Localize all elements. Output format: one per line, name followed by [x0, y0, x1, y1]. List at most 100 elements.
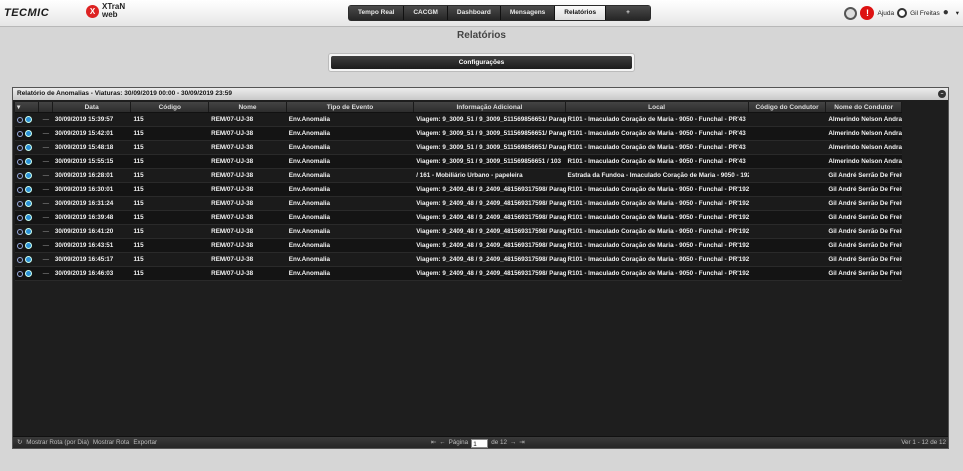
col-local[interactable]: Local — [566, 102, 749, 112]
config-button[interactable]: Configurações — [331, 56, 632, 69]
cell-tipo-evento: Env.Anomalia — [288, 270, 330, 277]
map-pin-icon[interactable] — [25, 214, 32, 221]
show-route-day-button[interactable]: Mostrar Rota (por Dia) — [26, 437, 89, 449]
export-button[interactable]: Exportar — [133, 437, 157, 449]
cell-codigo: 115 — [133, 172, 144, 179]
zoom-icon[interactable] — [17, 158, 23, 165]
table-row[interactable]: — 30/09/2019 16:28:01 115 REM/07-UJ-38 Env.A… — [15, 169, 902, 183]
show-route-button[interactable]: Mostrar Rota — [93, 437, 129, 449]
nav-add-tab[interactable]: + — [606, 6, 651, 20]
next-page-icon[interactable]: → — [510, 437, 516, 449]
cell-local: R101 - Imaculado Coração de Maria - 9050… — [567, 144, 746, 151]
col-codigo-condutor[interactable]: Código do Condutor — [749, 102, 827, 112]
table-row[interactable]: — 30/09/2019 15:48:18 115 REM/07-UJ-38 Env.A… — [15, 141, 902, 155]
cell-nome-condutor: Gil André Serrão De Freit — [828, 200, 903, 207]
zoom-icon[interactable] — [17, 270, 23, 277]
col-data[interactable]: Data — [53, 102, 132, 112]
nav-cacgm[interactable]: CACGM — [404, 6, 448, 20]
sort-icon[interactable]: ▾ — [15, 102, 39, 112]
zoom-icon[interactable] — [17, 228, 23, 235]
cell-codigo-condutor — [749, 155, 827, 168]
nav-relatorios[interactable]: Relatórios — [555, 6, 607, 20]
map-pin-icon[interactable] — [25, 242, 32, 249]
camera-icon[interactable] — [844, 6, 858, 20]
table-row[interactable]: — 30/09/2019 16:39:48 115 REM/07-UJ-38 Env.A… — [15, 211, 902, 225]
help-link[interactable]: Ajuda — [877, 10, 894, 17]
first-page-icon[interactable]: ⇤ — [431, 437, 436, 449]
cell-nome: REM/07-UJ-38 — [211, 186, 254, 193]
col-tipo-evento[interactable]: Tipo de Evento — [287, 102, 415, 112]
zoom-icon[interactable] — [17, 144, 23, 151]
page-label: Página — [448, 439, 469, 446]
cell-informacao-adicional: Viagem: 9_3009_51 / 9_3009_511569856651/… — [416, 130, 566, 137]
zoom-icon[interactable] — [17, 242, 23, 249]
zoom-icon[interactable] — [17, 186, 23, 193]
cell-codigo: 115 — [133, 256, 144, 263]
map-pin-icon[interactable] — [25, 116, 32, 123]
col-nome-condutor[interactable]: Nome do Condutor — [826, 102, 903, 112]
cell-local: R101 - Imaculado Coração de Maria - 9050… — [567, 270, 749, 277]
zoom-icon[interactable] — [17, 130, 23, 137]
table-row[interactable]: — 30/09/2019 15:55:15 115 REM/07-UJ-38 Env.A… — [15, 155, 902, 169]
zoom-icon[interactable] — [17, 256, 23, 263]
user-icon[interactable]: ● — [943, 8, 953, 18]
nav-tempo-real[interactable]: Tempo Real — [349, 6, 405, 20]
cell-data: 30/09/2019 16:30:01 — [54, 186, 114, 193]
cell-nome-condutor: Gil André Serrão De Freit — [828, 270, 903, 277]
cell-informacao-adicional: Viagem: 9_2409_48 / 9_2409_481569317598/… — [416, 214, 566, 221]
cell-informacao-adicional: / 161 - Mobiliário Urbano - papeleira — [416, 172, 523, 179]
map-pin-icon[interactable] — [25, 200, 32, 207]
table-row[interactable]: — 30/09/2019 16:41:20 115 REM/07-UJ-38 Env.A… — [15, 225, 902, 239]
help-icon[interactable] — [897, 8, 908, 18]
map-pin-icon[interactable] — [25, 270, 32, 277]
table-row[interactable]: — 30/09/2019 16:46:03 115 REM/07-UJ-38 Env.A… — [15, 267, 902, 281]
collapse-icon[interactable]: – — [938, 90, 946, 98]
map-pin-icon[interactable] — [25, 130, 32, 137]
table-row[interactable]: — 30/09/2019 16:43:51 115 REM/07-UJ-38 Env.A… — [15, 239, 902, 253]
page-input[interactable]: 1 — [471, 438, 489, 448]
user-name[interactable]: Gil Freitas — [910, 10, 940, 17]
route-dash-icon: — — [42, 214, 50, 221]
cell-codigo-condutor — [749, 211, 827, 224]
refresh-icon[interactable]: ↻ — [17, 437, 22, 449]
map-pin-icon[interactable] — [25, 144, 32, 151]
xtranweb-logo: X XTraN web — [86, 3, 125, 19]
cell-data: 30/09/2019 16:46:03 — [54, 270, 114, 277]
cell-local: R101 - Imaculado Coração de Maria - 9050… — [567, 158, 746, 165]
zoom-icon[interactable] — [17, 200, 23, 207]
zoom-icon[interactable] — [17, 214, 23, 221]
user-menu-chevron-down-icon[interactable]: ▾ — [956, 9, 959, 17]
table-row[interactable]: — 30/09/2019 16:30:01 115 REM/07-UJ-38 Env.A… — [15, 183, 902, 197]
map-pin-icon[interactable] — [25, 228, 32, 235]
cell-codigo-condutor — [749, 127, 827, 140]
cell-tipo-evento: Env.Anomalia — [288, 228, 330, 235]
prev-page-icon[interactable]: ← — [439, 437, 445, 449]
map-pin-icon[interactable] — [25, 172, 32, 179]
map-pin-icon[interactable] — [25, 256, 32, 263]
table-row[interactable]: — 30/09/2019 16:31:24 115 REM/07-UJ-38 Env.A… — [15, 197, 902, 211]
last-page-icon[interactable]: ⇥ — [519, 437, 524, 449]
col-codigo[interactable]: Código — [131, 102, 210, 112]
nav-mensagens[interactable]: Mensagens — [500, 6, 556, 20]
cell-nome-condutor: Almerindo Nelson Andra — [828, 158, 902, 165]
route-dash-icon: — — [42, 172, 50, 179]
map-pin-icon[interactable] — [25, 158, 32, 165]
cell-data: 30/09/2019 16:45:17 — [54, 256, 114, 263]
zoom-icon[interactable] — [17, 116, 23, 123]
table-row[interactable]: — 30/09/2019 16:45:17 115 REM/07-UJ-38 Env.A… — [15, 253, 902, 267]
nav-dashboard[interactable]: Dashboard — [447, 6, 501, 20]
cell-local: R101 - Imaculado Coração de Maria - 9050… — [567, 228, 749, 235]
cell-nome: REM/07-UJ-38 — [211, 242, 254, 249]
report-title: Relatório de Anomalias - Viaturas: 30/09… — [17, 90, 232, 97]
table-row[interactable]: — 30/09/2019 15:42:01 115 REM/07-UJ-38 Env.A… — [15, 127, 902, 141]
zoom-icon[interactable] — [17, 172, 23, 179]
col-nome[interactable]: Nome — [209, 102, 287, 112]
report-title-bar: Relatório de Anomalias - Viaturas: 30/09… — [13, 88, 948, 100]
alert-icon[interactable]: ! — [860, 6, 875, 20]
cell-data: 30/09/2019 16:41:20 — [54, 228, 114, 235]
map-pin-icon[interactable] — [25, 186, 32, 193]
table-row[interactable]: — 30/09/2019 15:39:57 115 REM/07-UJ-38 Env.A… — [15, 113, 902, 127]
cell-codigo: 115 — [133, 186, 144, 193]
col-informacao-adicional[interactable]: Informação Adicional — [414, 102, 566, 112]
cell-nome: REM/07-UJ-38 — [211, 144, 254, 151]
